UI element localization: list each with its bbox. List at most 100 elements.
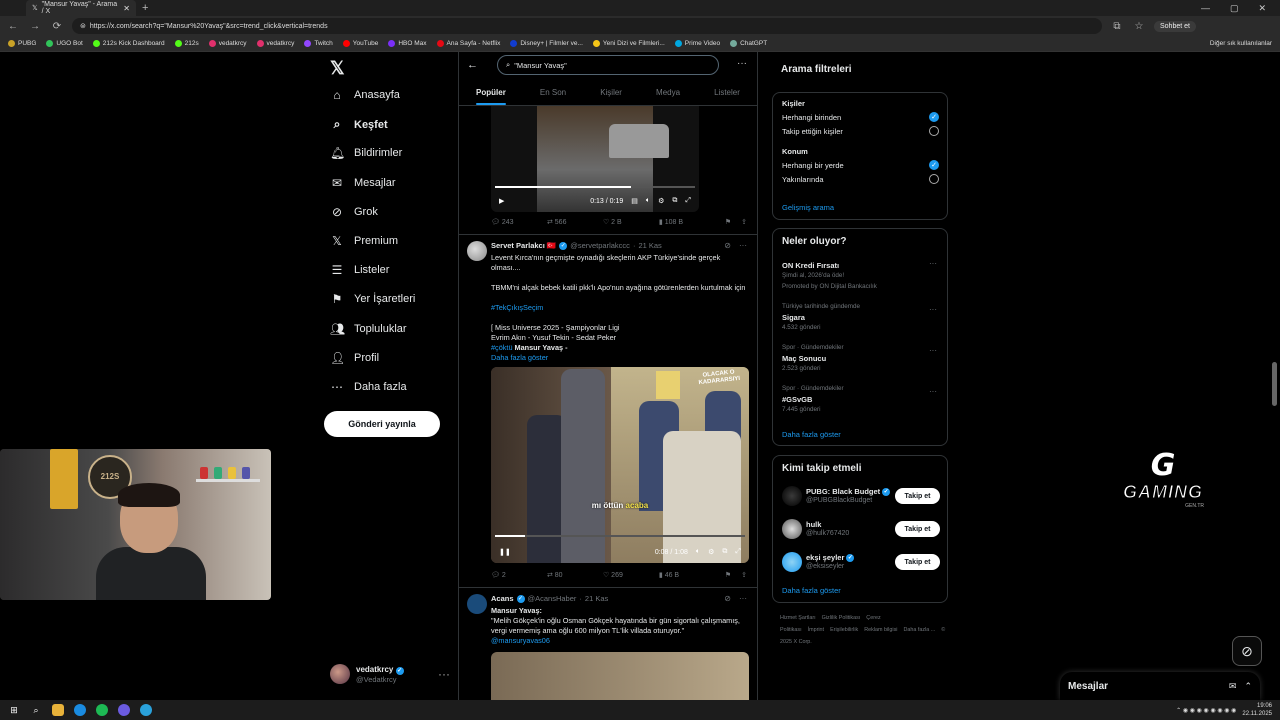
tab-4[interactable]: Listeler: [714, 88, 740, 97]
bookmark-item[interactable]: 212s Kick Dashboard: [92, 40, 165, 47]
repost-button[interactable]: ⇄ 566: [547, 218, 603, 226]
x-logo-icon[interactable]: 𝕏: [330, 58, 345, 79]
bookmark-item[interactable]: PUBG: [8, 40, 36, 47]
avatar[interactable]: [782, 486, 802, 506]
reload-icon[interactable]: ⟳: [50, 21, 64, 32]
avatar[interactable]: [782, 552, 802, 572]
bookmark-item[interactable]: Prime Video: [674, 40, 720, 47]
author-name[interactable]: Servet Parlakcı 🇹🇷: [491, 241, 556, 250]
nav-item-5[interactable]: 𝕏 Premium: [330, 234, 398, 248]
follow-button[interactable]: Takip et: [895, 554, 940, 570]
reply-button[interactable]: 💬︎ 2: [491, 571, 547, 579]
tab-2[interactable]: Kişiler: [600, 88, 622, 97]
trend-name[interactable]: Maç Sonucu: [782, 354, 826, 363]
nav-item-10[interactable]: ⋯ Daha fazla: [330, 380, 407, 394]
share-icon[interactable]: ⇪: [741, 218, 747, 226]
bookmark-item[interactable]: Disney+ | Filmler ve...: [510, 40, 583, 47]
video-thumbnail[interactable]: [491, 652, 749, 700]
show-more-link[interactable]: Daha fazla göster: [782, 586, 841, 595]
nav-item-4[interactable]: ⊘ Grok: [330, 205, 378, 219]
more-icon[interactable]: ···: [739, 594, 747, 603]
grok-fab-icon[interactable]: ⊘: [1232, 636, 1262, 666]
share-icon[interactable]: ⇪: [741, 571, 747, 579]
more-icon[interactable]: ···: [438, 667, 450, 681]
like-button[interactable]: ♡ 2 B: [603, 218, 659, 226]
video-progress-bar[interactable]: [495, 186, 695, 188]
trend-name[interactable]: Sigara: [782, 313, 805, 322]
telegram-icon[interactable]: [140, 704, 152, 716]
grok-icon[interactable]: ⊘: [724, 594, 731, 603]
filter-option[interactable]: Herhangi bir yerde: [782, 161, 844, 170]
reply-button[interactable]: 💬︎ 243: [491, 218, 547, 226]
bookmark-item[interactable]: vedatkrcy: [256, 40, 294, 47]
nav-item-8[interactable]: 👥︎ Topluluklar: [330, 322, 407, 336]
tweet-date[interactable]: 21 Kas: [638, 241, 661, 250]
url-field[interactable]: ⊜ https://x.com/search?q="Mansur%20Yavaş…: [72, 18, 1102, 34]
nav-item-9[interactable]: 👤︎ Profil: [330, 351, 379, 365]
filter-option[interactable]: Yakınlarında: [782, 175, 824, 184]
footer-link[interactable]: Gizlilik Politikası: [822, 615, 861, 621]
bookmark-icon[interactable]: ⚑: [725, 571, 731, 579]
footer-link[interactable]: Daha fazla ...: [903, 627, 935, 633]
pip-icon[interactable]: ⧉: [672, 197, 677, 205]
footer-link[interactable]: Erişilebilirlik: [830, 627, 858, 633]
file-explorer-icon[interactable]: [52, 704, 64, 716]
nav-item-3[interactable]: ✉ Mesajlar: [330, 176, 396, 190]
tweet[interactable]: Servet Parlakcı 🇹🇷 ✓ @servetparlakccc · …: [459, 234, 757, 586]
bookmark-item[interactable]: Ana Sayfa - Netflix: [436, 40, 500, 47]
nav-item-2[interactable]: 🔔︎ Bildirimler: [330, 146, 402, 160]
spotify-icon[interactable]: [96, 704, 108, 716]
search-options-icon[interactable]: ···: [737, 58, 747, 69]
more-icon[interactable]: ···: [929, 346, 937, 355]
hashtag-link[interactable]: #çöktü: [491, 343, 513, 352]
suggested-account[interactable]: PUBG: Black Budget ✓: [806, 487, 891, 496]
avatar[interactable]: [467, 594, 487, 614]
site-info-icon[interactable]: ⊜: [80, 22, 86, 30]
chat-button[interactable]: Sohbet et: [1154, 20, 1196, 32]
tab-1[interactable]: En Son: [540, 88, 566, 97]
volume-icon[interactable]: 🔈︎: [646, 197, 650, 205]
video-player[interactable]: ▶ 0:13 / 0:19 ▤ 🔈︎ ⚙ ⧉ ⤢: [491, 106, 699, 212]
extensions-icon[interactable]: ⧉: [1110, 21, 1124, 32]
fullscreen-icon[interactable]: ⤢: [685, 197, 691, 205]
promoted-trend-name[interactable]: ON Kredi Fırsatı: [782, 261, 839, 270]
forward-icon[interactable]: →: [28, 21, 42, 32]
filter-option[interactable]: Herhangi birinden: [782, 113, 841, 122]
tab-0[interactable]: Popüler: [476, 88, 506, 105]
tab-3[interactable]: Medya: [656, 88, 680, 97]
volume-icon[interactable]: 🔈︎: [696, 548, 700, 556]
suggested-account[interactable]: hulk: [806, 520, 821, 529]
pip-icon[interactable]: ⧉: [722, 548, 727, 556]
settings-icon[interactable]: ⚙: [708, 548, 714, 556]
more-icon[interactable]: ···: [929, 259, 937, 268]
captions-icon[interactable]: ▤: [631, 197, 638, 205]
bookmark-item[interactable]: YouTube: [342, 40, 378, 47]
footer-link[interactable]: Hizmet Şartları: [780, 615, 816, 621]
new-message-icon[interactable]: ✉: [1229, 681, 1237, 692]
search-input[interactable]: ⌕ "Mansur Yavaş": [497, 55, 719, 75]
tray-icons[interactable]: ⌃ ◉ ◉ ◉ ◉ ◉ ◉ ◉ ◉: [1176, 707, 1236, 714]
search-icon[interactable]: ⌕: [30, 704, 42, 716]
scrollbar-thumb[interactable]: [1272, 362, 1277, 406]
back-icon[interactable]: ←: [6, 21, 20, 32]
bookmark-item[interactable]: ChatGPT: [730, 40, 767, 47]
radio[interactable]: [929, 126, 939, 136]
favorites-icon[interactable]: ☆: [1132, 21, 1146, 32]
nav-item-6[interactable]: ☰ Listeler: [330, 263, 390, 277]
back-arrow-icon[interactable]: ←: [467, 59, 478, 71]
radio-selected[interactable]: ✓: [929, 160, 939, 170]
like-button[interactable]: ♡ 269: [603, 571, 659, 579]
views-button[interactable]: ▮ 46 B: [659, 571, 715, 579]
show-more-link[interactable]: Daha fazla göster: [491, 353, 749, 363]
footer-link[interactable]: Reklam bilgisi: [864, 627, 897, 633]
suggested-account[interactable]: ekşi şeyler ✓: [806, 553, 855, 562]
minimize-icon[interactable]: —: [1201, 3, 1210, 14]
messages-drawer[interactable]: Mesajlar ✉ ⌃: [1060, 672, 1260, 700]
obs-icon[interactable]: [118, 704, 130, 716]
fullscreen-icon[interactable]: ⤢: [735, 548, 741, 556]
settings-icon[interactable]: ⚙: [658, 197, 664, 205]
advanced-search-link[interactable]: Gelişmiş arama: [782, 203, 834, 212]
footer-link[interactable]: İmprint: [808, 627, 824, 633]
author-name[interactable]: Acans: [491, 594, 514, 603]
bookmark-item[interactable]: HBO Max: [388, 40, 427, 47]
